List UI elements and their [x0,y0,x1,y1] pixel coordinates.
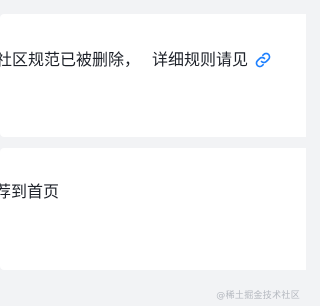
page-canvas: 社区规范已被删除， 详细规则请见 荐到首页 @稀土掘金技术社区 [0,0,306,306]
recommend-card: 荐到首页 [0,148,306,270]
notice-text-part1: 社区规范已被删除， [0,50,141,69]
recommend-text: 荐到首页 [0,182,60,201]
watermark-text: @稀土掘金技术社区 [216,291,300,301]
notice-card: 社区规范已被删除， 详细规则请见 [0,14,306,137]
notice-text-line: 社区规范已被删除， 详细规则请见 [0,49,306,71]
notice-text-part2: 详细规则请见 [152,50,249,69]
link-icon[interactable] [254,51,272,69]
